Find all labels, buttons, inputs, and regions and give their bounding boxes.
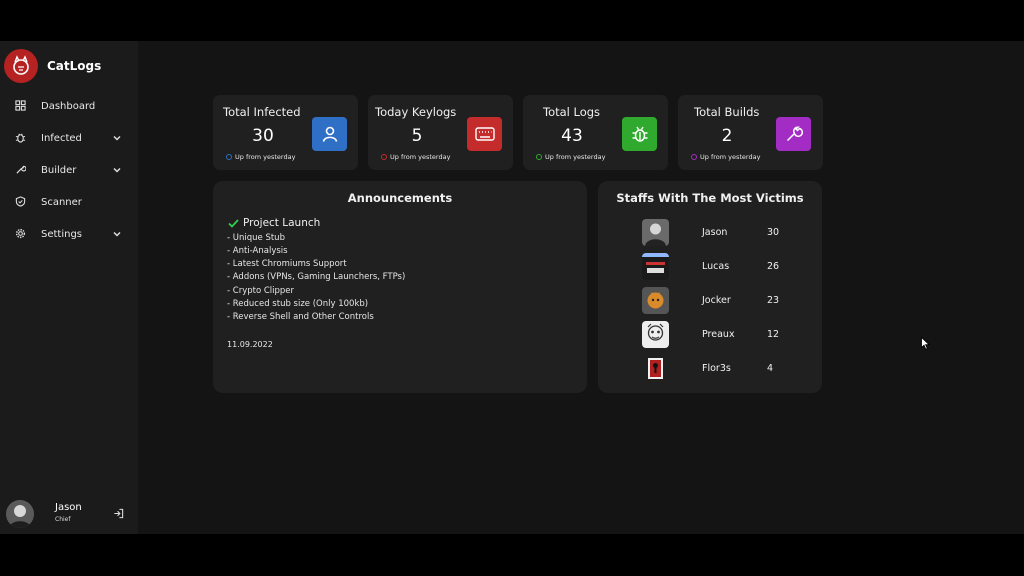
announcement-headline-label: Project Launch <box>243 217 321 229</box>
avatar <box>642 321 669 348</box>
sidebar-item-infected[interactable]: Infected <box>0 127 138 149</box>
avatar <box>642 219 669 246</box>
panel-title: Staffs With The Most Victims <box>616 191 804 205</box>
user-icon <box>322 126 337 142</box>
announcement-item: - Crypto Clipper <box>227 286 295 296</box>
logout-icon[interactable] <box>113 508 124 519</box>
avatar <box>642 253 669 280</box>
chevron-down-icon <box>113 135 121 141</box>
staff-row: Jocker 23 <box>598 285 822 315</box>
staff-victim-count: 30 <box>767 227 780 238</box>
stat-icon-box <box>622 117 657 151</box>
announcement-headline: Project Launch <box>228 217 320 229</box>
stat-value: 30 <box>252 126 274 146</box>
staff-name: Lucas <box>702 261 730 272</box>
stat-value: 43 <box>561 126 583 146</box>
trend-dot-icon <box>536 154 542 160</box>
grid-icon <box>15 100 26 111</box>
sidebar: CatLogs Dashboard Infected Builder Scann… <box>0 41 138 534</box>
brand-logo <box>4 49 38 83</box>
staff-panel: Staffs With The Most Victims Jason 30 Lu… <box>598 181 822 393</box>
stat-card-total-builds: Total Builds 2 Up from yesterday <box>678 95 823 170</box>
stat-icon-box <box>312 117 347 151</box>
wrench-icon <box>16 165 26 174</box>
announcement-date: 11.09.2022 <box>227 340 273 349</box>
stat-icon-box <box>776 117 811 151</box>
wrench-icon <box>786 126 803 142</box>
stat-footer-label: Up from yesterday <box>390 153 451 161</box>
chevron-down-icon <box>113 167 121 173</box>
announcement-item: - Reduced stub size (Only 100kb) <box>227 299 369 309</box>
user-name: Jason <box>55 502 82 513</box>
panel-title: Announcements <box>347 191 453 205</box>
sidebar-item-label: Settings <box>41 228 83 240</box>
brand[interactable]: CatLogs <box>4 49 101 83</box>
stat-title: Total Infected <box>223 105 301 119</box>
user-role: Chief <box>55 516 71 523</box>
stat-value: 2 <box>721 126 733 146</box>
chevron-down-icon <box>113 231 121 237</box>
keyboard-icon <box>474 127 495 141</box>
staff-row: Lucas 26 <box>598 251 822 281</box>
bug-icon <box>632 126 647 142</box>
stat-footer-label: Up from yesterday <box>235 153 296 161</box>
stat-footer: Up from yesterday <box>691 153 760 161</box>
gear-icon <box>15 228 26 239</box>
app-window: CatLogs Dashboard Infected Builder Scann… <box>0 41 1024 534</box>
avatar[interactable] <box>6 500 34 528</box>
trend-dot-icon <box>691 154 697 160</box>
staff-victim-count: 23 <box>767 295 780 306</box>
announcement-item: - Addons (VPNs, Gaming Launchers, FTPs) <box>227 272 406 282</box>
sidebar-item-dashboard[interactable]: Dashboard <box>0 95 138 117</box>
sidebar-item-label: Infected <box>41 132 82 144</box>
stat-footer-label: Up from yesterday <box>545 153 606 161</box>
sidebar-item-builder[interactable]: Builder <box>0 159 138 181</box>
stat-footer-label: Up from yesterday <box>700 153 761 161</box>
stat-card-total-logs: Total Logs 43 Up from yesterday <box>523 95 668 170</box>
cat-logo-icon <box>13 55 29 75</box>
stat-footer: Up from yesterday <box>226 153 295 161</box>
brand-name: CatLogs <box>47 59 102 73</box>
sidebar-item-label: Builder <box>41 164 77 176</box>
sidebar-item-label: Dashboard <box>41 100 96 112</box>
stat-icon-box <box>467 117 502 151</box>
checkmark-icon <box>228 218 239 228</box>
sidebar-item-scanner[interactable]: Scanner <box>0 191 138 213</box>
stat-title: Total Builds <box>694 105 760 119</box>
staff-victim-count: 4 <box>767 363 774 374</box>
bug-icon <box>15 133 26 143</box>
staff-victim-count: 12 <box>767 329 780 340</box>
announcement-item: - Latest Chromiums Support <box>227 259 347 269</box>
stat-title: Total Logs <box>543 105 601 119</box>
stat-card-today-keylogs: Today Keylogs 5 Up from yesterday <box>368 95 513 170</box>
staff-name: Jason <box>702 227 728 238</box>
stat-value: 5 <box>411 126 423 146</box>
stat-footer: Up from yesterday <box>381 153 450 161</box>
shield-icon <box>15 196 26 207</box>
staff-name: Preaux <box>702 329 735 340</box>
stat-card-total-infected: Total Infected 30 Up from yesterday <box>213 95 358 170</box>
stat-title: Today Keylogs <box>375 105 457 119</box>
staff-row: Flor3s 4 <box>598 353 822 383</box>
announcement-item: - Reverse Shell and Other Controls <box>227 312 374 322</box>
trend-dot-icon <box>226 154 232 160</box>
staff-victim-count: 26 <box>767 261 780 272</box>
staff-row: Preaux 12 <box>598 319 822 349</box>
staff-name: Flor3s <box>702 363 731 374</box>
announcement-item: - Unique Stub <box>227 233 285 243</box>
announcement-item: - Anti-Analysis <box>227 246 288 256</box>
mouse-cursor-icon <box>921 337 930 350</box>
staff-name: Jocker <box>702 295 731 306</box>
staff-row: Jason 30 <box>598 217 822 247</box>
avatar <box>642 355 669 382</box>
sidebar-item-label: Scanner <box>41 196 82 208</box>
stat-footer: Up from yesterday <box>536 153 605 161</box>
avatar <box>642 287 669 314</box>
announcements-panel: Announcements Project Launch - Unique St… <box>213 181 587 393</box>
user-profile: Jason Chief <box>0 494 138 534</box>
sidebar-item-settings[interactable]: Settings <box>0 223 138 245</box>
trend-dot-icon <box>381 154 387 160</box>
